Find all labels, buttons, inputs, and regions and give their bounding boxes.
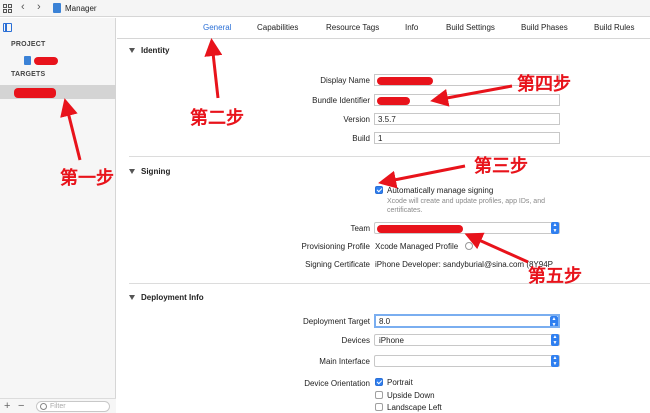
orientation-upside-down-label: Upside Down [387, 391, 435, 400]
orientation-portrait-label: Portrait [387, 378, 413, 387]
deployment-target-value: 8.0 [379, 317, 391, 326]
project-file-icon [53, 3, 61, 13]
popup-stepper-icon: ▲ ▼ [551, 334, 559, 346]
tab-build-settings[interactable]: Build Settings [446, 23, 495, 32]
filter-icon [40, 403, 47, 410]
display-name-label: Display Name [320, 76, 370, 85]
build-label: Build [352, 134, 370, 143]
tab-build-phases[interactable]: Build Phases [521, 23, 568, 32]
annotation-step1: 第一步 [60, 168, 114, 189]
auto-manage-signing-checkbox[interactable] [375, 186, 383, 194]
popup-stepper-icon[interactable]: ▲ ▼ [550, 316, 558, 326]
annotation-step2: 第二步 [190, 108, 244, 129]
main-interface-label: Main Interface [319, 357, 370, 366]
redacted-bundle-id [377, 97, 410, 105]
orientation-landscape-left-checkbox[interactable] [375, 403, 383, 411]
back-chevron-icon[interactable]: ‹ [21, 1, 25, 13]
annotation-step4: 第四步 [517, 74, 571, 95]
project-icon [24, 56, 31, 65]
signing-certificate-label: Signing Certificate [305, 260, 370, 269]
project-navigator: PROJECT TARGETS + − Filter [0, 18, 116, 413]
redacted-team-name [377, 225, 463, 233]
provisioning-profile-value: Xcode Managed Profile [375, 242, 459, 251]
deployment-target-label: Deployment Target [303, 317, 370, 326]
target-item[interactable] [0, 85, 116, 99]
main-interface-combo[interactable]: ▲ ▼ [374, 355, 560, 367]
orientation-upside-down-checkbox[interactable] [375, 391, 383, 399]
orientation-portrait-checkbox[interactable] [375, 378, 383, 386]
provisioning-profile-label: Provisioning Profile [301, 242, 370, 251]
annotation-step5: 第五步 [528, 266, 582, 287]
tab-build-rules[interactable]: Build Rules [594, 23, 634, 32]
redacted-project-name [34, 56, 58, 65]
devices-popup[interactable]: iPhone ▲ ▼ [374, 334, 560, 346]
tab-capabilities[interactable]: Capabilities [257, 23, 298, 32]
navigator-footer: + − Filter [0, 398, 116, 413]
version-label: Version [343, 115, 370, 124]
deployment-target-combo[interactable]: 8.0 ▲ ▼ [374, 314, 560, 328]
auto-manage-signing-label: Automatically manage signing [387, 186, 494, 195]
signing-section-header[interactable]: Signing [129, 167, 170, 176]
identity-header-label: Identity [141, 46, 170, 55]
deployment-section-header[interactable]: Deployment Info [129, 293, 204, 302]
remove-target-button[interactable]: − [18, 400, 24, 412]
jump-bar: ‹ › Manager [0, 0, 650, 17]
bundle-identifier-label: Bundle Identifier [312, 96, 370, 105]
filter-input[interactable]: Filter [36, 401, 110, 412]
section-divider [129, 156, 650, 157]
team-popup[interactable]: ▲ ▼ [374, 222, 560, 234]
devices-value: iPhone [379, 336, 404, 345]
popup-stepper-icon: ▲ ▼ [551, 355, 559, 367]
disclosure-triangle-icon[interactable] [129, 295, 135, 300]
filter-placeholder: Filter [50, 403, 66, 410]
targets-heading: TARGETS [11, 71, 46, 78]
add-target-button[interactable]: + [4, 400, 10, 412]
related-items-icon[interactable] [3, 4, 12, 13]
disclosure-triangle-icon[interactable] [129, 48, 135, 53]
disclosure-triangle-icon[interactable] [129, 169, 135, 174]
tab-resource-tags[interactable]: Resource Tags [326, 23, 379, 32]
signing-header-label: Signing [141, 167, 171, 176]
breadcrumb-project[interactable]: Manager [65, 4, 97, 13]
deployment-header-label: Deployment Info [141, 293, 204, 302]
auto-manage-signing-hint: Xcode will create and update profiles, a… [387, 198, 545, 214]
orientation-landscape-left-label: Landscape Left [387, 403, 442, 412]
identity-section-header[interactable]: Identity [129, 46, 169, 55]
version-field[interactable]: 3.5.7 [374, 113, 560, 125]
tab-general[interactable]: General [203, 23, 231, 32]
team-label: Team [350, 224, 370, 233]
build-field[interactable]: 1 [374, 132, 560, 144]
annotation-step3: 第三步 [474, 156, 528, 177]
editor-tab-bar: General Capabilities Resource Tags Info … [117, 18, 650, 39]
project-heading: PROJECT [11, 41, 46, 48]
sidebar-toggle-icon[interactable] [3, 23, 12, 32]
redacted-target-name [14, 88, 56, 98]
forward-chevron-icon[interactable]: › [37, 1, 41, 13]
project-item[interactable] [24, 55, 58, 66]
signing-certificate-value: iPhone Developer: sandyburial@sina.com (… [375, 260, 553, 269]
info-icon[interactable] [465, 242, 473, 250]
device-orientation-label: Device Orientation [304, 379, 370, 388]
tab-info[interactable]: Info [405, 23, 418, 32]
redacted-display-name [377, 77, 433, 85]
popup-stepper-icon: ▲ ▼ [551, 222, 559, 234]
devices-label: Devices [341, 336, 370, 345]
